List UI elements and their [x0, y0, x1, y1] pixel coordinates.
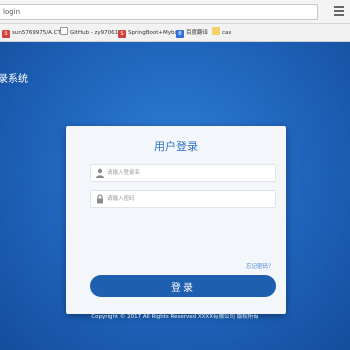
bookmark-icon: S: [118, 30, 126, 38]
bookmark-label: GitHub - zy970615: [70, 30, 122, 36]
login-button[interactable]: 登录: [90, 275, 276, 297]
bookmark-label: cas: [222, 30, 232, 36]
bookmarks-bar: Ssun5769975/A.CT.c GitHub - zy970615 S Sp…: [0, 24, 350, 42]
bookmark-icon: B: [176, 30, 184, 38]
bookmark-item[interactable]: cas: [212, 27, 231, 39]
document-icon: [60, 27, 68, 35]
browser-toolbar: login: [0, 0, 350, 24]
forgot-password-link[interactable]: 忘记密码？: [246, 262, 274, 270]
bookmark-icon: S: [2, 30, 10, 38]
bookmark-label: sun5769975/A.CT.c: [12, 30, 65, 36]
menu-icon[interactable]: [334, 6, 344, 18]
folder-icon: [212, 27, 220, 35]
lock-icon: [97, 194, 103, 204]
bookmark-item[interactable]: Ssun5769975/A.CT.c: [2, 27, 65, 39]
password-field[interactable]: [90, 190, 276, 208]
user-icon: [96, 168, 104, 178]
login-page: 录系统 用户登录 忘记密码？ 登录 Copyright © 2017 All R…: [0, 42, 350, 350]
bookmark-item[interactable]: GitHub - zy970615: [60, 27, 122, 39]
password-input[interactable]: [107, 192, 267, 206]
address-bar[interactable]: login: [0, 4, 318, 20]
username-input[interactable]: [107, 166, 267, 180]
copyright-footer: Copyright © 2017 All Rights Reserved XXX…: [91, 314, 259, 320]
bookmark-label: 百度翻译: [186, 30, 209, 36]
system-title: 录系统: [0, 74, 28, 85]
login-card: 用户登录 忘记密码？ 登录: [66, 126, 286, 314]
bookmark-label: SpringBoot+Mybo: [128, 30, 178, 36]
username-field[interactable]: [90, 164, 276, 182]
bookmark-item[interactable]: S SpringBoot+Mybo: [118, 27, 178, 39]
bookmark-item[interactable]: B 百度翻译: [176, 27, 208, 39]
login-card-title: 用户登录: [154, 140, 198, 153]
